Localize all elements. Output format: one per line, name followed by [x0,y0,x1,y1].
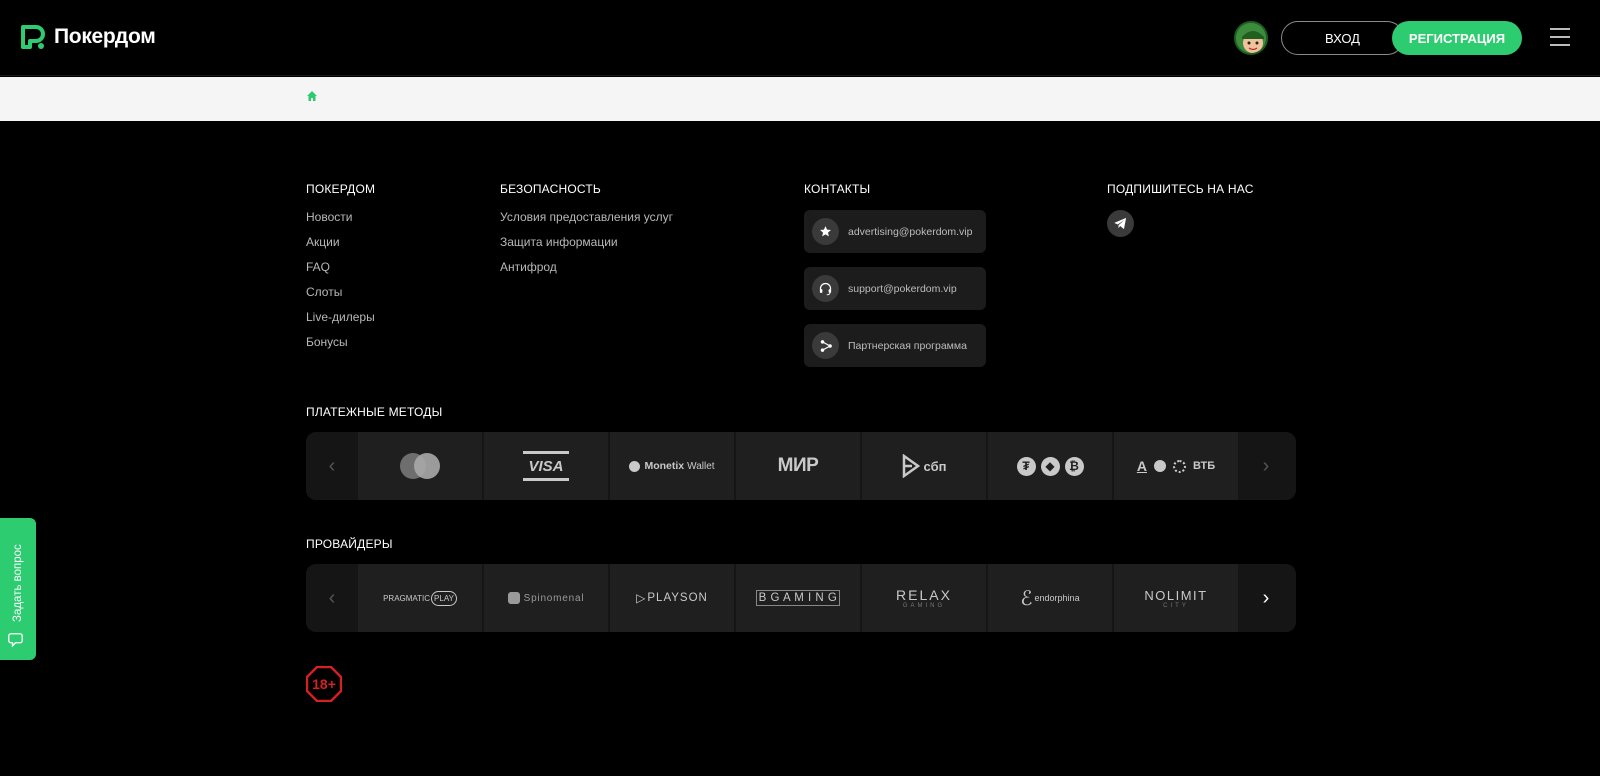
home-icon[interactable] [306,90,318,102]
footer-link-terms[interactable]: Условия предоставления услуг [500,210,673,235]
register-button[interactable]: РЕГИСТРАЦИЯ [1392,21,1522,55]
menu-icon[interactable] [1550,28,1570,46]
logo-text: Покердом [54,25,156,48]
footer-link-bonuses[interactable]: Бонусы [306,335,375,360]
providers-carousel: ‹ PRAGMATIC PLAY Spinomenal ▷ PLAYSON B … [306,564,1296,632]
provider-bgaming[interactable]: B G A M I N G [736,564,860,632]
contact-support[interactable]: support@pokerdom.vip [804,267,986,310]
login-button[interactable]: ВХОД [1281,21,1404,55]
footer-link-promotions[interactable]: Акции [306,235,375,260]
nolimit-label: NOLIMIT [1144,587,1208,603]
payment-mastercard[interactable] [358,432,482,500]
contact-text: support@pokerdom.vip [848,282,957,295]
providers-title: ПРОВАЙДЕРЫ [306,537,393,551]
contact-text: advertising@pokerdom.vip [848,225,973,238]
ethereum-icon: ◆ [1040,456,1060,476]
footer-link-antifraud[interactable]: Антифрод [500,260,673,285]
sber-icon [1153,460,1166,472]
tether-icon: ₮ [1016,456,1036,476]
play-icon: ▷ [636,591,646,605]
bitcoin-icon: ₿ [1064,456,1084,476]
wallet-label: Wallet [687,460,715,472]
providers-next-button[interactable]: › [1240,564,1292,632]
bgaming-label: B G A M I N G [755,590,841,606]
vtb-logo: ВТБ [1192,460,1216,472]
footer-column-contacts: КОНТАКТЫ advertising@pokerdom.vip suppor… [804,182,986,381]
footer-column-title: ПОДПИШИТЕСЬ НА НАС [1107,182,1254,196]
provider-relax-gaming[interactable]: RELAX GAMING [862,564,986,632]
contact-text: Партнерская программа [848,339,967,352]
relax-label: RELAX [896,587,952,603]
footer-link-slots[interactable]: Слоты [306,285,375,310]
footer-column-title: КОНТАКТЫ [804,182,871,196]
payment-monetix-wallet[interactable]: Monetix Wallet [610,432,734,500]
payment-crypto[interactable]: ₮ ◆ ₿ [988,432,1112,500]
breadcrumb [0,77,1600,121]
age-18-icon: 18+ [306,666,342,702]
payments-next-button[interactable]: › [1240,432,1292,500]
contact-partners[interactable]: Партнерская программа [804,324,986,367]
logo[interactable]: Покердом [20,24,156,50]
payment-visa[interactable]: VISA [484,432,608,500]
spinomenal-label: Spinomenal [523,592,585,604]
avatar-icon [1236,23,1266,53]
sbp-icon [902,454,920,478]
payments-prev-button[interactable]: ‹ [306,432,358,500]
provider-spinomenal[interactable]: Spinomenal [484,564,608,632]
headset-icon [812,275,839,302]
monetix-icon [629,460,641,472]
ask-question-tab[interactable]: Задать вопрос [0,518,36,660]
footer-link-news[interactable]: Новости [306,210,375,235]
star-icon [812,218,839,245]
payments-title: ПЛАТЕЖНЫЕ МЕТОДЫ [306,405,443,419]
footer-column-title: БЕЗОПАСНОСТЬ [500,182,601,196]
footer-column-title: ПОКЕРДОМ [306,182,376,196]
payment-sbp[interactable]: сбп [862,432,986,500]
contact-advertising[interactable]: advertising@pokerdom.vip [804,210,986,253]
monetix-label: Monetix [644,460,685,472]
header: Покердом ВХОД РЕГИСТРАЦИЯ [0,0,1600,76]
provider-pragmatic-play[interactable]: PRAGMATIC PLAY [358,564,482,632]
alfa-bank-icon: A [1136,458,1147,474]
mastercard-icon [400,453,440,479]
footer-column-security: БЕЗОПАСНОСТЬ Условия предоставления услу… [500,182,673,285]
footer-link-privacy[interactable]: Защита информации [500,235,673,260]
provider-endorphina[interactable]: ℰ endorphina [988,564,1112,632]
payment-mir[interactable]: МИР [736,432,860,500]
footer-column-social: ПОДПИШИТЕСЬ НА НАС [1107,182,1254,237]
chat-icon [8,633,23,648]
nolimit-sub-label: CITY [1163,602,1189,609]
mir-logo: МИР [777,455,819,476]
payments-carousel: ‹ VISA Monetix Wallet МИР сбп ₮ ◆ ₿ A ВТ… [306,432,1296,500]
endorphina-label: endorphina [1034,593,1080,603]
provider-playson[interactable]: ▷ PLAYSON [610,564,734,632]
spinomenal-icon [507,592,520,604]
telegram-icon[interactable] [1107,210,1134,237]
sbp-label: сбп [923,458,947,474]
avatar[interactable] [1234,21,1268,55]
footer-column-pokerdom: ПОКЕРДОМ Новости Акции FAQ Слоты Live-ди… [306,182,375,360]
play-label: PLAY [431,590,457,606]
footer-link-live-dealers[interactable]: Live-дилеры [306,310,375,335]
pokerdom-logo-icon [21,25,45,49]
providers-prev-button[interactable]: ‹ [306,564,358,632]
gazprom-icon [1172,459,1186,473]
pragmatic-label: PRAGMATIC [383,593,431,603]
playson-label: PLAYSON [647,592,708,604]
visa-logo: VISA [523,451,569,481]
payment-banks[interactable]: A ВТБ [1114,432,1238,500]
endorphina-icon: ℰ [1020,587,1033,610]
share-icon [812,332,839,359]
provider-nolimit-city[interactable]: NOLIMIT CITY [1114,564,1238,632]
age-label: 18+ [312,676,336,692]
relax-sub-label: GAMING [902,603,946,609]
footer-link-faq[interactable]: FAQ [306,260,375,285]
